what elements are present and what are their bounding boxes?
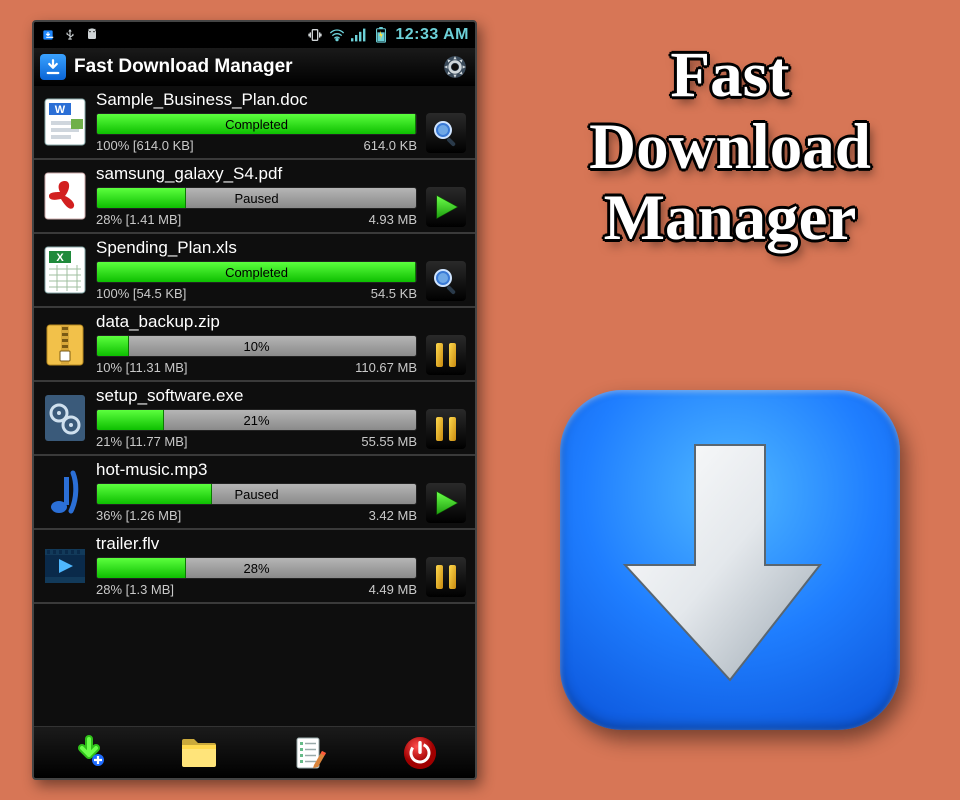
mp3-file-icon xyxy=(41,466,89,518)
progress-left: 100% [614.0 KB] xyxy=(96,138,194,153)
hero-app-icon xyxy=(560,390,900,730)
progress-left: 21% [11.77 MB] xyxy=(96,434,188,449)
progress-bar: Paused xyxy=(96,483,417,505)
progress-label: 21% xyxy=(97,410,416,430)
file-name: setup_software.exe xyxy=(96,386,471,407)
zip-file-icon xyxy=(41,318,89,370)
total-size: 4.93 MB xyxy=(369,212,417,227)
add-download-button[interactable] xyxy=(65,732,113,774)
status-clock: 12:33 AM xyxy=(395,26,469,44)
pause-button[interactable] xyxy=(426,409,466,449)
progress-bar: 28% xyxy=(96,557,417,579)
progress-label: Completed xyxy=(97,114,416,134)
progress-left: 28% [1.3 MB] xyxy=(96,582,174,597)
progress-bar: 10% xyxy=(96,335,417,357)
total-size: 110.67 MB xyxy=(355,360,417,375)
file-name: Spending_Plan.xls xyxy=(96,238,471,259)
download-indicator-icon xyxy=(40,27,56,43)
total-size: 3.42 MB xyxy=(369,508,417,523)
phone-frame: 12:33 AM Fast Download Manager W Sample_… xyxy=(32,20,477,780)
hero-line2: Download xyxy=(530,112,930,184)
progress-left: 10% [11.31 MB] xyxy=(96,360,188,375)
file-name: Sample_Business_Plan.doc xyxy=(96,90,471,111)
wifi-icon xyxy=(329,27,345,43)
pause-button[interactable] xyxy=(426,335,466,375)
download-item[interactable]: hot-music.mp3 Paused 36% [1.26 MB] 3.42 … xyxy=(34,456,475,530)
usb-icon xyxy=(62,27,78,43)
signal-icon xyxy=(351,27,367,43)
total-size: 4.49 MB xyxy=(369,582,417,597)
file-name: trailer.flv xyxy=(96,534,471,555)
status-bar: 12:33 AM xyxy=(34,22,475,48)
file-name: hot-music.mp3 xyxy=(96,460,471,481)
play-button[interactable] xyxy=(426,187,466,227)
vibrate-icon xyxy=(307,27,323,43)
download-item[interactable]: trailer.flv 28% 28% [1.3 MB] 4.49 MB xyxy=(34,530,475,604)
pause-button[interactable] xyxy=(426,557,466,597)
search-button[interactable] xyxy=(426,261,466,301)
settings-button[interactable] xyxy=(441,53,469,81)
progress-label: Paused xyxy=(97,484,416,504)
download-item[interactable]: W Sample_Business_Plan.doc Completed 100… xyxy=(34,86,475,160)
download-item[interactable]: X Spending_Plan.xls Completed 100% [54.5… xyxy=(34,234,475,308)
exe-file-icon xyxy=(41,392,89,444)
progress-bar: Completed xyxy=(96,113,417,135)
bottom-toolbar xyxy=(34,726,475,778)
download-item[interactable]: setup_software.exe 21% 21% [11.77 MB] 55… xyxy=(34,382,475,456)
battery-icon xyxy=(373,27,389,43)
progress-left: 36% [1.26 MB] xyxy=(96,508,181,523)
pdf-file-icon xyxy=(41,170,89,222)
progress-bar: Paused xyxy=(96,187,417,209)
xls-file-icon: X xyxy=(41,244,89,296)
svg-text:W: W xyxy=(55,104,66,116)
progress-label: Completed xyxy=(97,262,416,282)
android-debug-icon xyxy=(84,27,100,43)
app-logo-icon xyxy=(40,54,66,80)
folder-button[interactable] xyxy=(175,732,223,774)
download-item[interactable]: samsung_galaxy_S4.pdf Paused 28% [1.41 M… xyxy=(34,160,475,234)
hero-title: Fast Download Manager xyxy=(530,40,930,255)
total-size: 54.5 KB xyxy=(371,286,417,301)
hero-line1: Fast xyxy=(530,40,930,112)
progress-bar: 21% xyxy=(96,409,417,431)
power-button[interactable] xyxy=(396,732,444,774)
play-button[interactable] xyxy=(426,483,466,523)
word-file-icon: W xyxy=(41,96,89,148)
total-size: 614.0 KB xyxy=(364,138,418,153)
hero-line3: Manager xyxy=(530,183,930,255)
progress-label: Paused xyxy=(97,188,416,208)
svg-text:X: X xyxy=(56,252,64,264)
progress-bar: Completed xyxy=(96,261,417,283)
flv-file-icon xyxy=(41,540,89,592)
progress-left: 28% [1.41 MB] xyxy=(96,212,181,227)
app-title-bar: Fast Download Manager xyxy=(34,48,475,86)
file-name: samsung_galaxy_S4.pdf xyxy=(96,164,471,185)
list-settings-button[interactable] xyxy=(286,732,334,774)
file-name: data_backup.zip xyxy=(96,312,471,333)
app-title: Fast Download Manager xyxy=(74,56,293,78)
total-size: 55.55 MB xyxy=(361,434,417,449)
search-button[interactable] xyxy=(426,113,466,153)
downloads-list[interactable]: W Sample_Business_Plan.doc Completed 100… xyxy=(34,86,475,726)
progress-label: 28% xyxy=(97,558,416,578)
download-item[interactable]: data_backup.zip 10% 10% [11.31 MB] 110.6… xyxy=(34,308,475,382)
progress-left: 100% [54.5 KB] xyxy=(96,286,186,301)
progress-label: 10% xyxy=(97,336,416,356)
